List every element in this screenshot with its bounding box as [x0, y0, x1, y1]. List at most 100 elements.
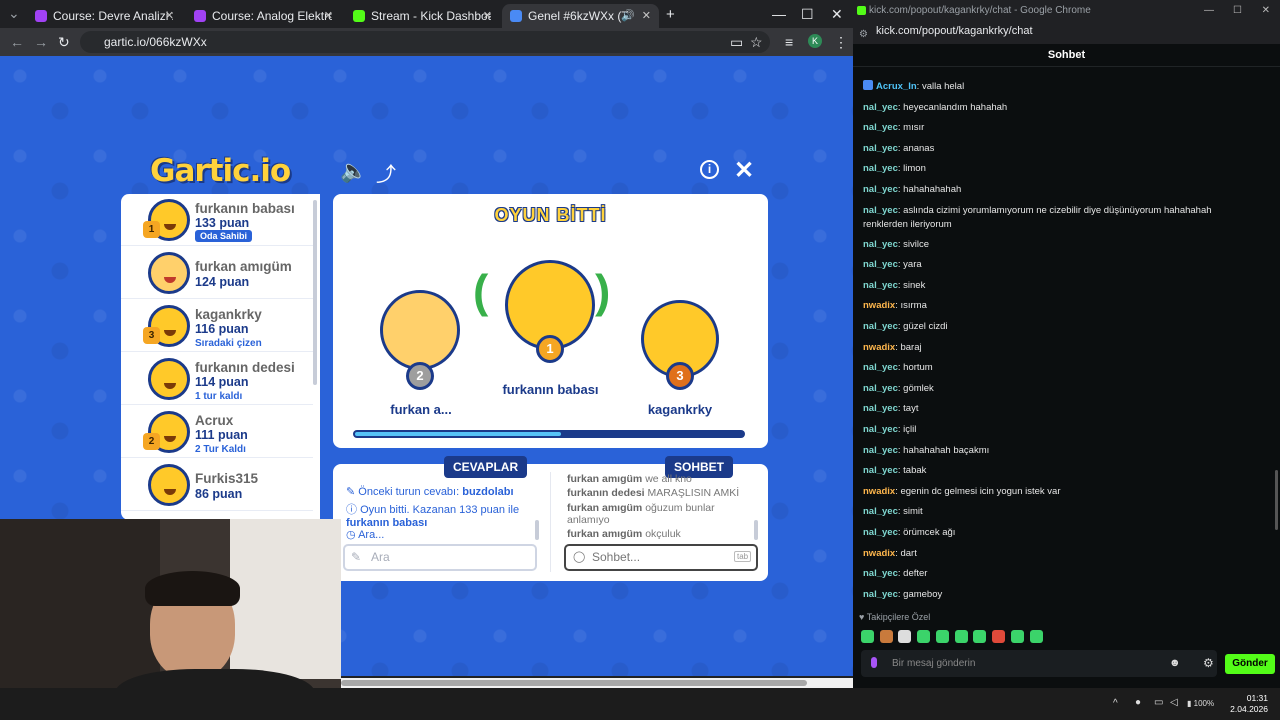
close-icon[interactable]: ✕ [165, 9, 174, 22]
close-icon[interactable]: ✕ [324, 9, 333, 22]
chat-username[interactable]: nal_yec [863, 259, 898, 270]
chat-username[interactable]: nal_yec [863, 280, 898, 291]
kick-url-field[interactable]: kick.com/popout/kagankrky/chat ⚙ [853, 22, 1280, 44]
microphone-icon[interactable] [871, 657, 877, 668]
tab-title: Genel #6kzWXx (Türkçe) - G [528, 9, 628, 23]
emote-icon[interactable] [880, 630, 893, 643]
volume-icon[interactable]: ◁ [1170, 697, 1178, 708]
answer-input[interactable]: Ara [343, 544, 537, 571]
close-icon[interactable]: ✕ [483, 9, 492, 22]
player-row[interactable]: 1 furkanın babası 133 puan Oda Sahibi [121, 194, 313, 246]
chat-username[interactable]: Acrux_In [876, 81, 917, 92]
emote-icon[interactable] [936, 630, 949, 643]
divider [550, 472, 551, 572]
emote-icon[interactable] [1030, 630, 1043, 643]
cast-icon[interactable]: ▭ [730, 34, 743, 51]
chat-username[interactable]: nal_yec [863, 239, 898, 250]
page-scrollbar-thumb[interactable] [341, 680, 807, 686]
player-list-scrollbar[interactable] [313, 200, 317, 385]
player-row[interactable]: Furkis315 86 puan [121, 459, 313, 511]
emote-icon[interactable] [861, 630, 874, 643]
battery-indicator[interactable]: ▮ 100% [1187, 699, 1214, 708]
chat-username[interactable]: nal_yec [863, 102, 898, 113]
emote-icon[interactable] [992, 630, 1005, 643]
answers-tab[interactable]: CEVAPLAR [444, 456, 528, 478]
chat-username[interactable]: nal_yec [863, 383, 898, 394]
chat-username[interactable]: nal_yec [863, 163, 898, 174]
new-tab-button[interactable]: + [666, 6, 675, 23]
chat-username[interactable]: nal_yec [863, 184, 898, 195]
settings-gear-icon[interactable]: ⚙ [1203, 656, 1214, 670]
chat-text: hahahahah baçakmı [903, 444, 990, 456]
menu-icon[interactable]: ⋮ [834, 34, 848, 51]
player-row[interactable]: 2 Acrux 111 puan 2 Tur Kaldı [121, 406, 313, 458]
chat-username[interactable]: nal_yec [863, 568, 898, 579]
chat-username[interactable]: nal_yec [863, 424, 898, 435]
sound-icon[interactable]: 🔈 [340, 158, 367, 184]
tray-expand-icon[interactable]: ^ [1113, 698, 1118, 709]
chat-username[interactable]: nwadix [863, 342, 895, 353]
share-icon[interactable]: ⤴ [376, 158, 396, 187]
chat-username[interactable]: nal_yec [863, 321, 898, 332]
minimize-button[interactable]: — [1204, 0, 1214, 22]
chat-username[interactable]: nal_yec [863, 205, 898, 216]
close-icon[interactable]: ✕ [642, 9, 651, 22]
chat-message: nal_yec: heyecanlandım hahahah [863, 101, 1258, 115]
emoji-icon[interactable]: ☻ [1169, 657, 1181, 669]
tab-course-devre[interactable]: Course: Devre Analizi 2 (Alterna✕ [27, 4, 182, 28]
clock[interactable]: 01:31 2.04.2026 [1230, 693, 1268, 715]
emote-icon[interactable] [1011, 630, 1024, 643]
maximize-button[interactable]: ☐ [801, 6, 814, 23]
chat-username[interactable]: nal_yec [863, 589, 898, 600]
emote-icon[interactable] [898, 630, 911, 643]
reload-icon[interactable]: ↻ [58, 34, 70, 51]
player-row[interactable]: 3 kagankrky 116 puan Sıradaki çizen [121, 300, 313, 352]
chat-username[interactable]: nal_yec [863, 122, 898, 133]
network-icon[interactable]: ▭ [1154, 697, 1163, 708]
profile-avatar[interactable]: K [808, 34, 822, 48]
url-field[interactable]: gartic.io/066kzWXx [80, 31, 770, 53]
tab-hint: tab [734, 551, 752, 562]
tab-gartic[interactable]: Genel #6kzWXx (Türkçe) - G🔊 ✕ [502, 4, 659, 28]
close-window-button[interactable]: ✕ [831, 6, 843, 23]
site-settings-icon[interactable]: ⚙ [859, 26, 868, 44]
minimize-button[interactable]: — [772, 6, 786, 22]
chat-username[interactable]: nwadix [863, 548, 895, 559]
chat-scrollbar[interactable] [1275, 470, 1278, 530]
chat-username[interactable]: nal_yec [863, 143, 898, 154]
emote-icon[interactable] [973, 630, 986, 643]
answers-scrollbar[interactable] [535, 520, 539, 540]
chat-username[interactable]: nal_yec [863, 445, 898, 456]
chat-input[interactable]: Sohbet... [564, 544, 758, 571]
microphone-tray-icon[interactable]: ● [1135, 697, 1141, 708]
extensions-icon[interactable]: ≡ [785, 34, 793, 50]
emote-icon[interactable] [917, 630, 930, 643]
chat-scrollbar[interactable] [754, 520, 758, 540]
bookmark-star-icon[interactable]: ☆ [750, 34, 763, 51]
emote-icon[interactable] [955, 630, 968, 643]
chat-username[interactable]: nal_yec [863, 527, 898, 538]
send-button[interactable]: Gönder [1225, 654, 1275, 674]
player-row[interactable]: furkan amıgüm 124 puan [121, 247, 313, 299]
tab-course-analog[interactable]: Course: Analog Elektronik I (Yar✕ [186, 4, 341, 28]
chat-username[interactable]: nal_yec [863, 362, 898, 373]
info-icon[interactable]: i [700, 160, 719, 179]
chat-username[interactable]: nal_yec [863, 506, 898, 517]
close-window-button[interactable]: ✕ [1262, 0, 1270, 22]
tab-kick-dashboard[interactable]: Stream - Kick Dashboard✕ [345, 4, 500, 28]
close-icon[interactable]: ✕ [734, 156, 754, 185]
chat-username[interactable]: nwadix [863, 300, 895, 311]
forward-icon[interactable]: → [34, 34, 48, 50]
maximize-button[interactable]: ☐ [1233, 0, 1242, 22]
player-row[interactable]: furkanın dedesi 114 puan 1 tur kaldı [121, 353, 313, 405]
kick-logo-icon [857, 6, 866, 15]
chat-username[interactable]: nal_yec [863, 403, 898, 414]
chat-username[interactable]: nwadix [863, 486, 895, 497]
tab-search-icon[interactable]: ⌄ [8, 5, 20, 22]
medal-3: 3 [666, 362, 694, 390]
speaker-icon[interactable]: 🔊 [621, 9, 635, 22]
back-icon[interactable]: ← [10, 34, 24, 50]
chat-header: Sohbet [853, 44, 1280, 67]
chat-username[interactable]: nal_yec [863, 465, 898, 476]
chat-message-input[interactable]: Bir mesaj gönderin [861, 650, 1217, 677]
